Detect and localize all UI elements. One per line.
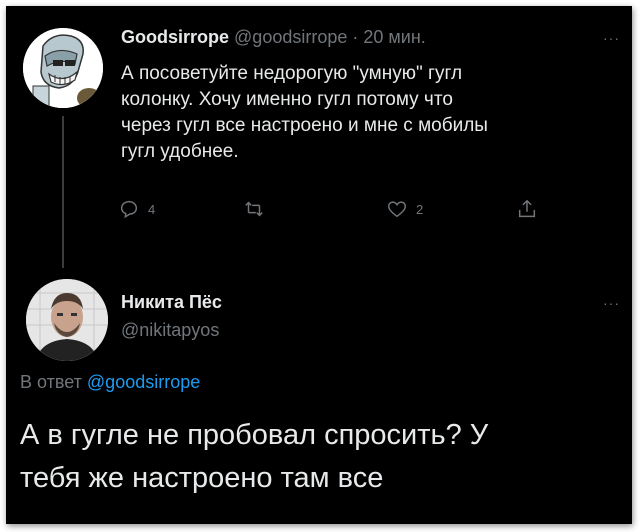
reply-prefix: В ответ — [20, 372, 82, 392]
like-button[interactable]: 2 — [386, 198, 423, 220]
reply-author-handle[interactable]: @nikitapyos — [121, 320, 219, 341]
robot-avatar-icon — [23, 28, 103, 108]
separator: · — [352, 27, 359, 47]
reply-author-name[interactable]: Никита Пёс — [121, 292, 222, 313]
person-avatar-icon — [26, 279, 108, 361]
reply-to-line: В ответ @goodsirrope — [20, 372, 200, 393]
reply-icon — [120, 200, 138, 219]
like-count: 2 — [416, 201, 424, 217]
retweet-button[interactable] — [243, 198, 273, 220]
author-name[interactable]: Goodsirrope — [121, 27, 229, 47]
tweet-time[interactable]: 20 мин. — [363, 27, 425, 47]
reply-count: 4 — [148, 201, 156, 217]
tweet-thread: Goodsirrope @goodsirrope · 20 мин. ··· А… — [6, 6, 632, 524]
reply-button[interactable]: 4 — [118, 198, 155, 220]
thread-line — [62, 116, 64, 268]
author-handle[interactable]: @goodsirrope — [234, 27, 347, 47]
retweet-icon — [245, 201, 263, 217]
share-icon — [518, 199, 536, 218]
more-dots-icon[interactable]: ··· — [603, 295, 620, 311]
reply-text: А в гугле не пробовал спросить? У тебя ж… — [20, 419, 489, 494]
heart-icon — [388, 201, 406, 218]
avatar-goodsirrope[interactable] — [23, 28, 103, 108]
tweet-header: Goodsirrope @goodsirrope · 20 мин. — [121, 27, 426, 48]
more-dots-icon[interactable]: ··· — [603, 30, 620, 46]
tweet-text: А посоветуйте недорогую "умную" гугл кол… — [121, 63, 488, 162]
share-button[interactable] — [516, 198, 538, 220]
reply-target-link[interactable]: @goodsirrope — [87, 372, 200, 392]
avatar-nikitapyos[interactable] — [26, 279, 108, 361]
